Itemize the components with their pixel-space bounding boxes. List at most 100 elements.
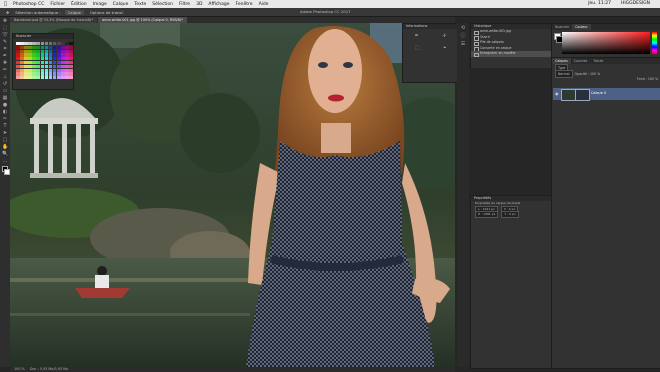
swatch[interactable]	[36, 57, 41, 61]
menu-item[interactable]: Filtre	[179, 2, 190, 7]
menu-item[interactable]: Fichier	[50, 2, 65, 7]
swatch[interactable]	[52, 68, 57, 72]
swatch[interactable]	[20, 76, 24, 80]
tab-paths[interactable]: Tracés	[590, 58, 606, 64]
swatch[interactable]	[69, 64, 73, 69]
swatch[interactable]	[40, 49, 45, 53]
y-field[interactable]: Y : 0 px	[501, 211, 519, 218]
swatch[interactable]	[36, 49, 41, 53]
swatch[interactable]	[28, 53, 32, 57]
swatch[interactable]	[40, 53, 45, 57]
swatch[interactable]	[44, 68, 49, 72]
tab-swatches[interactable]: Nuancier	[552, 24, 572, 30]
apple-icon[interactable]: 	[4, 1, 7, 7]
swatch[interactable]	[32, 45, 36, 50]
swatch[interactable]	[56, 42, 61, 46]
swatch[interactable]	[44, 45, 49, 50]
swatch[interactable]	[36, 42, 41, 46]
swatch[interactable]	[24, 72, 28, 76]
swatch[interactable]	[20, 72, 24, 76]
swatch[interactable]	[52, 57, 57, 61]
swatch[interactable]	[61, 42, 65, 46]
swatch[interactable]	[16, 72, 20, 76]
swatch[interactable]	[61, 72, 65, 76]
swatch[interactable]	[20, 45, 24, 50]
foreground-color-icon[interactable]	[2, 166, 10, 175]
swatch[interactable]	[69, 72, 73, 76]
swatch[interactable]	[69, 57, 73, 61]
swatch[interactable]	[52, 72, 57, 76]
swatch[interactable]	[56, 68, 61, 72]
swatch[interactable]	[32, 68, 36, 72]
swatch[interactable]	[65, 68, 69, 72]
swatch[interactable]	[48, 68, 53, 72]
swatch[interactable]	[44, 49, 49, 53]
menu-item[interactable]: Calque	[113, 2, 129, 7]
eye-icon[interactable]: ◉	[555, 91, 559, 96]
swatch[interactable]	[40, 57, 45, 61]
eyedropper-icon[interactable]: ✒	[2, 54, 8, 59]
swatch[interactable]	[52, 60, 57, 65]
swatch[interactable]	[48, 42, 53, 46]
swatch[interactable]	[44, 57, 49, 61]
swatch[interactable]	[69, 49, 73, 53]
menu-item[interactable]: Sélection	[152, 2, 173, 7]
menu-item[interactable]: Affichage	[208, 2, 229, 7]
move-tool-icon[interactable]: ✥	[6, 10, 9, 15]
swatch[interactable]	[40, 68, 45, 72]
swatch[interactable]	[28, 45, 32, 50]
shape-icon[interactable]: ▢	[2, 138, 8, 143]
swatch[interactable]	[48, 72, 53, 76]
swatch[interactable]	[69, 60, 73, 65]
hue-slider[interactable]	[652, 32, 657, 54]
swatch[interactable]	[52, 42, 57, 46]
menu-item[interactable]: 3D	[196, 2, 202, 7]
pen-icon[interactable]: ✑	[2, 117, 8, 122]
swatch[interactable]	[69, 45, 73, 50]
swatch[interactable]	[24, 64, 28, 69]
swatch[interactable]	[52, 64, 57, 69]
zoom-level[interactable]: 100 %	[14, 367, 25, 371]
swatch[interactable]	[61, 45, 65, 50]
swatch[interactable]	[36, 45, 41, 50]
swatch[interactable]	[16, 57, 20, 61]
more-tools-icon[interactable]: …	[2, 159, 8, 164]
swatch[interactable]	[28, 64, 32, 69]
swatch[interactable]	[16, 49, 20, 53]
swatch[interactable]	[56, 53, 61, 57]
history-brush-icon[interactable]: ↺	[2, 82, 8, 87]
dodge-icon[interactable]: ◐	[2, 110, 8, 115]
color-field[interactable]	[562, 32, 650, 54]
swatch[interactable]	[56, 72, 61, 76]
stamp-icon[interactable]: ⊥	[2, 75, 8, 80]
swatch[interactable]	[52, 49, 57, 53]
document-canvas[interactable]	[10, 23, 455, 367]
swatch[interactable]	[56, 49, 61, 53]
swatch[interactable]	[28, 72, 32, 76]
swatch[interactable]	[36, 72, 41, 76]
swatch[interactable]	[24, 42, 28, 46]
brush-icon[interactable]: ✏	[2, 68, 8, 73]
swatch[interactable]	[65, 42, 69, 46]
swatch[interactable]	[16, 60, 20, 65]
swatch[interactable]	[20, 49, 24, 53]
swatch[interactable]	[36, 76, 41, 80]
auto-select-mode[interactable]: Calque	[64, 9, 84, 15]
history-item-selected[interactable]: Enregistrer en modèle	[471, 51, 551, 57]
swatch[interactable]	[56, 76, 61, 80]
quick-select-icon[interactable]: ✎	[2, 40, 8, 45]
swatch[interactable]	[24, 53, 28, 57]
swatch[interactable]	[36, 64, 41, 69]
swatch[interactable]	[24, 60, 28, 65]
swatch[interactable]	[44, 64, 49, 69]
user-name[interactable]: HIGGDESIGN	[621, 1, 650, 6]
swatch[interactable]	[16, 53, 20, 57]
swatch[interactable]	[56, 57, 61, 61]
swatch[interactable]	[61, 64, 65, 69]
menu-item[interactable]: Texte	[134, 2, 146, 7]
blend-mode-select[interactable]: Normal	[555, 70, 573, 78]
swatch[interactable]	[40, 72, 45, 76]
menu-item[interactable]: Fenêtre	[236, 2, 253, 7]
swatch[interactable]	[20, 60, 24, 65]
fill-control[interactable]: Fond : 100 %	[637, 77, 658, 81]
